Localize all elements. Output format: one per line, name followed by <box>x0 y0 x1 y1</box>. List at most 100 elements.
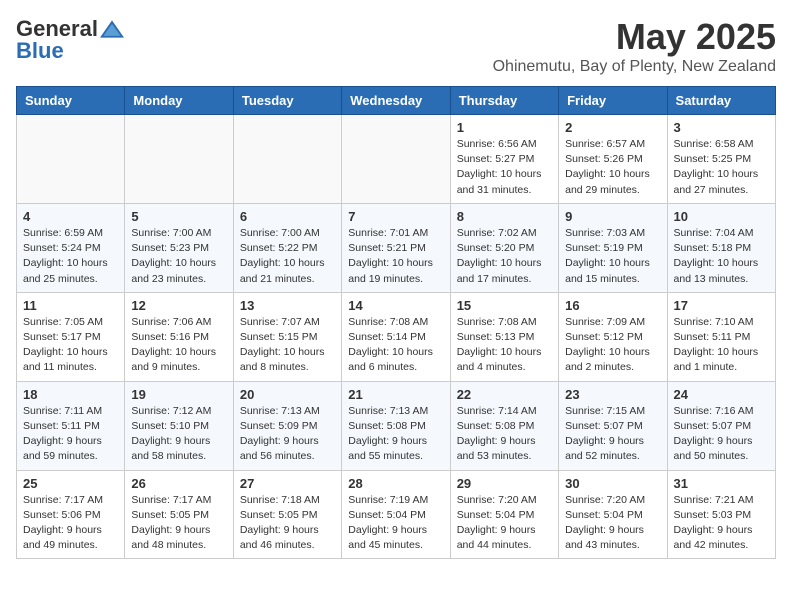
day-info: Sunrise: 6:57 AM Sunset: 5:26 PM Dayligh… <box>565 137 660 198</box>
calendar-cell: 27 Sunrise: 7:18 AM Sunset: 5:05 PM Dayli… <box>233 470 341 559</box>
day-info: Sunrise: 7:00 AM Sunset: 5:23 PM Dayligh… <box>131 226 226 287</box>
day-number: 11 <box>23 298 118 313</box>
day-info: Sunrise: 7:01 AM Sunset: 5:21 PM Dayligh… <box>348 226 443 287</box>
day-info: Sunrise: 7:16 AM Sunset: 5:07 PM Dayligh… <box>674 404 769 465</box>
day-info: Sunrise: 6:59 AM Sunset: 5:24 PM Dayligh… <box>23 226 118 287</box>
logo-icon <box>100 17 124 41</box>
day-number: 6 <box>240 209 335 224</box>
day-number: 18 <box>23 387 118 402</box>
calendar-cell: 8Sunrise: 7:02 AM Sunset: 5:20 PM Daylig… <box>450 203 558 292</box>
day-number: 20 <box>240 387 335 402</box>
day-info: Sunrise: 7:21 AM Sunset: 5:03 PM Dayligh… <box>674 493 769 554</box>
logo-blue-text: Blue <box>16 38 64 64</box>
day-number: 1 <box>457 120 552 135</box>
day-number: 27 <box>240 476 335 491</box>
day-info: Sunrise: 7:11 AM Sunset: 5:11 PM Dayligh… <box>23 404 118 465</box>
calendar-cell: 12 Sunrise: 7:06 AM Sunset: 5:16 PM Dayli… <box>125 292 233 381</box>
day-number: 5 <box>131 209 226 224</box>
weekday-header-monday: Monday <box>125 87 233 115</box>
day-info: Sunrise: 7:09 AM Sunset: 5:12 PM Dayligh… <box>565 315 660 376</box>
day-info: Sunrise: 7:20 AM Sunset: 5:04 PM Dayligh… <box>565 493 660 554</box>
weekday-header-friday: Friday <box>559 87 667 115</box>
day-info: Sunrise: 7:18 AM Sunset: 5:05 PM Dayligh… <box>240 493 335 554</box>
calendar-week-row: 18 Sunrise: 7:11 AM Sunset: 5:11 PM Dayli… <box>17 381 776 470</box>
calendar-cell <box>17 115 125 204</box>
day-number: 31 <box>674 476 769 491</box>
page-header: General Blue May 2025 Ohinemutu, Bay of … <box>16 16 776 76</box>
day-number: 26 <box>131 476 226 491</box>
day-number: 30 <box>565 476 660 491</box>
day-info: Sunrise: 7:10 AM Sunset: 5:11 PM Dayligh… <box>674 315 769 376</box>
day-number: 28 <box>348 476 443 491</box>
day-info: Sunrise: 6:58 AM Sunset: 5:25 PM Dayligh… <box>674 137 769 198</box>
calendar-week-row: 4Sunrise: 6:59 AM Sunset: 5:24 PM Daylig… <box>17 203 776 292</box>
calendar-week-row: 11 Sunrise: 7:05 AM Sunset: 5:17 PM Dayli… <box>17 292 776 381</box>
calendar-cell: 4Sunrise: 6:59 AM Sunset: 5:24 PM Daylig… <box>17 203 125 292</box>
calendar-cell: 26 Sunrise: 7:17 AM Sunset: 5:05 PM Dayli… <box>125 470 233 559</box>
day-number: 23 <box>565 387 660 402</box>
day-number: 25 <box>23 476 118 491</box>
calendar-cell: 7 Sunrise: 7:01 AM Sunset: 5:21 PM Daylig… <box>342 203 450 292</box>
day-info: Sunrise: 7:04 AM Sunset: 5:18 PM Dayligh… <box>674 226 769 287</box>
day-info: Sunrise: 6:56 AM Sunset: 5:27 PM Dayligh… <box>457 137 552 198</box>
day-number: 29 <box>457 476 552 491</box>
calendar-cell: 10 Sunrise: 7:04 AM Sunset: 5:18 PM Dayli… <box>667 203 775 292</box>
day-number: 10 <box>674 209 769 224</box>
weekday-header-row: SundayMondayTuesdayWednesdayThursdayFrid… <box>17 87 776 115</box>
day-info: Sunrise: 7:05 AM Sunset: 5:17 PM Dayligh… <box>23 315 118 376</box>
calendar-cell: 22 Sunrise: 7:14 AM Sunset: 5:08 PM Dayli… <box>450 381 558 470</box>
weekday-header-wednesday: Wednesday <box>342 87 450 115</box>
day-info: Sunrise: 7:17 AM Sunset: 5:06 PM Dayligh… <box>23 493 118 554</box>
day-info: Sunrise: 7:06 AM Sunset: 5:16 PM Dayligh… <box>131 315 226 376</box>
day-number: 8 <box>457 209 552 224</box>
calendar-cell: 28 Sunrise: 7:19 AM Sunset: 5:04 PM Dayli… <box>342 470 450 559</box>
day-number: 12 <box>131 298 226 313</box>
calendar-cell: 30 Sunrise: 7:20 AM Sunset: 5:04 PM Dayli… <box>559 470 667 559</box>
calendar-cell <box>233 115 341 204</box>
month-title: May 2025 <box>493 16 776 58</box>
day-info: Sunrise: 7:07 AM Sunset: 5:15 PM Dayligh… <box>240 315 335 376</box>
calendar-cell: 9 Sunrise: 7:03 AM Sunset: 5:19 PM Daylig… <box>559 203 667 292</box>
calendar-cell: 24Sunrise: 7:16 AM Sunset: 5:07 PM Dayli… <box>667 381 775 470</box>
day-info: Sunrise: 7:12 AM Sunset: 5:10 PM Dayligh… <box>131 404 226 465</box>
calendar-cell: 25 Sunrise: 7:17 AM Sunset: 5:06 PM Dayli… <box>17 470 125 559</box>
day-info: Sunrise: 7:20 AM Sunset: 5:04 PM Dayligh… <box>457 493 552 554</box>
day-info: Sunrise: 7:19 AM Sunset: 5:04 PM Dayligh… <box>348 493 443 554</box>
calendar-cell: 6Sunrise: 7:00 AM Sunset: 5:22 PM Daylig… <box>233 203 341 292</box>
calendar-cell: 14Sunrise: 7:08 AM Sunset: 5:14 PM Dayli… <box>342 292 450 381</box>
calendar-cell: 21Sunrise: 7:13 AM Sunset: 5:08 PM Dayli… <box>342 381 450 470</box>
day-number: 13 <box>240 298 335 313</box>
calendar-cell: 31 Sunrise: 7:21 AM Sunset: 5:03 PM Dayli… <box>667 470 775 559</box>
title-area: May 2025 Ohinemutu, Bay of Plenty, New Z… <box>493 16 776 76</box>
day-number: 22 <box>457 387 552 402</box>
day-number: 7 <box>348 209 443 224</box>
calendar-cell: 23 Sunrise: 7:15 AM Sunset: 5:07 PM Dayli… <box>559 381 667 470</box>
day-number: 17 <box>674 298 769 313</box>
day-number: 3 <box>674 120 769 135</box>
calendar-cell: 17 Sunrise: 7:10 AM Sunset: 5:11 PM Dayli… <box>667 292 775 381</box>
day-info: Sunrise: 7:17 AM Sunset: 5:05 PM Dayligh… <box>131 493 226 554</box>
calendar-week-row: 1 Sunrise: 6:56 AM Sunset: 5:27 PM Daylig… <box>17 115 776 204</box>
calendar-cell: 18 Sunrise: 7:11 AM Sunset: 5:11 PM Dayli… <box>17 381 125 470</box>
weekday-header-sunday: Sunday <box>17 87 125 115</box>
calendar-cell: 5 Sunrise: 7:00 AM Sunset: 5:23 PM Daylig… <box>125 203 233 292</box>
day-number: 9 <box>565 209 660 224</box>
calendar-cell: 11 Sunrise: 7:05 AM Sunset: 5:17 PM Dayli… <box>17 292 125 381</box>
weekday-header-tuesday: Tuesday <box>233 87 341 115</box>
calendar-cell: 15Sunrise: 7:08 AM Sunset: 5:13 PM Dayli… <box>450 292 558 381</box>
day-number: 2 <box>565 120 660 135</box>
calendar-cell <box>342 115 450 204</box>
day-info: Sunrise: 7:13 AM Sunset: 5:08 PM Dayligh… <box>348 404 443 465</box>
day-info: Sunrise: 7:15 AM Sunset: 5:07 PM Dayligh… <box>565 404 660 465</box>
weekday-header-saturday: Saturday <box>667 87 775 115</box>
day-info: Sunrise: 7:14 AM Sunset: 5:08 PM Dayligh… <box>457 404 552 465</box>
day-number: 16 <box>565 298 660 313</box>
logo: General Blue <box>16 16 124 64</box>
calendar-cell: 16 Sunrise: 7:09 AM Sunset: 5:12 PM Dayli… <box>559 292 667 381</box>
calendar-cell: 1 Sunrise: 6:56 AM Sunset: 5:27 PM Daylig… <box>450 115 558 204</box>
day-number: 14 <box>348 298 443 313</box>
day-info: Sunrise: 7:08 AM Sunset: 5:13 PM Dayligh… <box>457 315 552 376</box>
weekday-header-thursday: Thursday <box>450 87 558 115</box>
calendar-cell: 2 Sunrise: 6:57 AM Sunset: 5:26 PM Daylig… <box>559 115 667 204</box>
day-info: Sunrise: 7:03 AM Sunset: 5:19 PM Dayligh… <box>565 226 660 287</box>
